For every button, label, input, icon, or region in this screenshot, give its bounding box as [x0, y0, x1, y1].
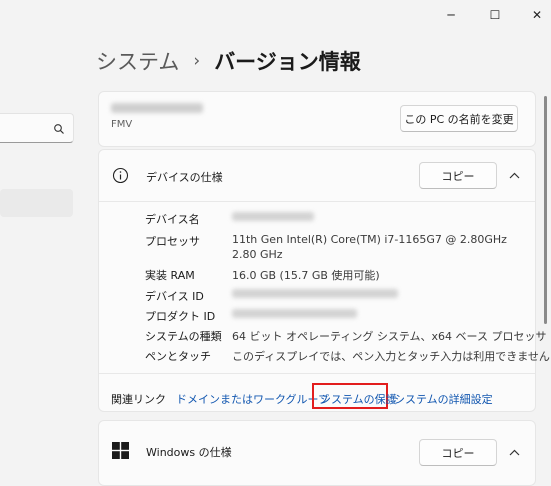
breadcrumb: システム › バージョン情報	[96, 46, 361, 76]
windows-specs-card: Windows の仕様 コピー	[98, 420, 536, 486]
spec-value[interactable]: このディスプレイでは、ペン入力とタッチ入力は利用できません	[232, 348, 550, 364]
spec-label: デバイス名	[145, 213, 200, 226]
link-domain-workgroup[interactable]: ドメインまたはワークグループ	[176, 391, 329, 407]
collapse-device-specs-button[interactable]	[504, 165, 524, 185]
pc-model: FMV	[111, 119, 133, 130]
chevron-up-icon	[509, 449, 519, 455]
copy-windows-specs-button[interactable]: コピー	[419, 439, 497, 466]
spec-value-blurred[interactable]	[232, 211, 314, 224]
rename-pc-button[interactable]: この PC の名前を変更	[400, 105, 518, 132]
chevron-up-icon	[509, 172, 519, 178]
related-links-label: 関連リンク	[111, 393, 166, 406]
pc-name-card: FMV この PC の名前を変更	[98, 91, 536, 147]
info-icon	[112, 167, 129, 188]
search-icon	[53, 120, 65, 139]
spec-label: デバイス ID	[145, 290, 204, 303]
divider	[99, 201, 535, 202]
spec-value[interactable]: 11th Gen Intel(R) Core(TM) i7-1165G7 @ 2…	[232, 233, 507, 246]
windows-specs-title: Windows の仕様	[146, 446, 232, 459]
minimize-button[interactable]: ─	[436, 6, 466, 24]
breadcrumb-separator: ›	[193, 51, 201, 71]
spec-label: システムの種類	[145, 330, 222, 343]
nav-item-system-selected[interactable]	[0, 189, 73, 217]
breadcrumb-parent-system[interactable]: システム	[96, 46, 179, 76]
collapse-windows-specs-button[interactable]	[504, 442, 524, 462]
spec-value[interactable]: 64 ビット オペレーティング システム、x64 ベース プロセッサ	[232, 328, 546, 344]
spec-label: 実装 RAM	[145, 269, 195, 282]
pc-name-blurred	[111, 103, 203, 113]
spec-label: プロセッサ	[145, 235, 200, 248]
scrollbar[interactable]	[544, 96, 547, 324]
page-title: バージョン情報	[214, 50, 361, 74]
windows-logo-icon	[112, 442, 129, 463]
spec-value[interactable]: 16.0 GB (15.7 GB 使用可能)	[232, 267, 380, 283]
close-icon: ✕	[531, 8, 543, 22]
spec-value-blurred[interactable]	[232, 308, 357, 321]
spec-label: ペンとタッチ	[145, 350, 211, 363]
spec-value-line2[interactable]: 2.80 GHz	[232, 248, 283, 261]
maximize-button[interactable]: ☐	[480, 6, 510, 24]
close-button[interactable]: ✕	[522, 6, 551, 24]
link-advanced-system-settings[interactable]: システムの詳細設定	[394, 391, 493, 407]
minimize-icon: ─	[447, 8, 455, 22]
copy-device-specs-button[interactable]: コピー	[419, 162, 497, 189]
maximize-icon: ☐	[489, 8, 501, 22]
device-specs-title: デバイスの仕様	[146, 171, 223, 184]
divider	[99, 373, 535, 374]
spec-label: プロダクト ID	[145, 310, 216, 323]
link-system-protection[interactable]: システムの保護	[320, 391, 397, 407]
spec-value-blurred[interactable]	[232, 288, 398, 301]
device-specs-card: デバイスの仕様 コピー デバイス名 プロセッサ 11th Gen Intel(R…	[98, 149, 550, 412]
settings-search-input[interactable]	[0, 113, 74, 143]
